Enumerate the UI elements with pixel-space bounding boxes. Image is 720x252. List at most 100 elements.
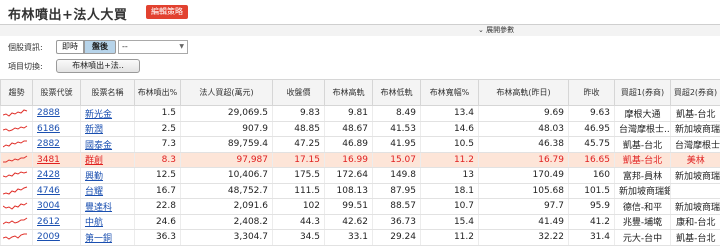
upper-band-prev-cell: 170.49 [478,167,569,184]
table-row[interactable]: 2612 中航 24.6 2,408.2 44.3 42.62 36.73 15.4 41.49… [0,214,720,230]
stock-select-value: -- [122,42,128,51]
upper-band-prev-cell: 9.69 [478,105,569,122]
dropdown-arrow-icon: ▼ [179,43,184,50]
upper-band-cell: 33.1 [324,229,373,246]
item-switch-row: 項目切換: 布林噴出+法.. [0,58,720,76]
stock-name-link[interactable]: 中航 [80,214,135,230]
prev-close-cell: 45.75 [568,136,615,153]
table-row[interactable]: 2428 興勤 12.5 10,406.7 175.5 172.64 149.8 13 170.… [0,167,720,184]
col-header-burst[interactable]: 布林噴出% [134,79,181,106]
prev-close-cell: 46.95 [568,121,615,137]
upper-band-prev-cell: 46.38 [478,136,569,153]
broker1-cell: 德信-和平 [614,198,671,215]
col-header-name[interactable]: 股票名稱 [80,79,135,106]
col-header-broker2[interactable]: 買超2(券商) [670,79,720,106]
table-header-row: 趨勢 股票代號 股票名稱 布林噴出% 法人買超(萬元) 收盤價 布林高軌 布林低… [0,79,720,106]
broker1-cell: 元大-台中 [614,229,671,246]
col-header-institutional-buy[interactable]: 法人買超(萬元) [180,79,273,106]
stock-code-link[interactable]: 3481 [32,152,81,168]
table-row[interactable]: 2009 第一銅 36.3 3,304.7 34.5 33.1 29.24 11.2 32.22… [0,229,720,246]
stock-code-link[interactable]: 2428 [32,167,81,184]
stock-name-link[interactable]: 豐達科 [80,198,135,215]
title-bar: 布林噴出+法人大買 編輯策略 [0,0,720,24]
band-width-cell: 11.2 [420,229,479,246]
after-hours-tab[interactable]: 盤後 [84,40,116,54]
table-row[interactable]: 2882 國泰金 7.3 89,759.4 47.25 46.89 41.95 10.5 46.… [0,136,720,153]
burst-pct-cell: 22.8 [134,198,181,215]
broker1-cell: 兆豐-埔墘 [614,214,671,230]
stock-code-link[interactable]: 2888 [32,105,81,122]
prev-close-cell: 16.65 [568,152,615,168]
stock-name-link[interactable]: 第一銅 [80,229,135,246]
band-width-cell: 14.6 [420,121,479,137]
band-width-cell: 18.1 [420,183,479,199]
item-switch-button[interactable]: 布林噴出+法.. [56,59,140,73]
col-header-upper-band[interactable]: 布林高軌 [324,79,373,106]
close-price-cell: 9.83 [272,105,325,122]
stock-name-link[interactable]: 台耀 [80,183,135,199]
band-width-cell: 13 [420,167,479,184]
col-header-band-width[interactable]: 布林寬幅% [420,79,479,106]
col-header-lower-band[interactable]: 布林低軌 [372,79,421,106]
table-row[interactable]: 3004 豐達科 22.8 2,091.6 102 99.51 88.57 10.7 97.7 9… [0,198,720,215]
upper-band-cell: 48.67 [324,121,373,137]
burst-pct-cell: 8.3 [134,152,181,168]
table-row[interactable]: 4746 台耀 16.7 48,752.7 111.5 108.13 87.95 18.1 10… [0,183,720,199]
stock-code-link[interactable]: 2612 [32,214,81,230]
col-header-broker1[interactable]: 買超1(券商) [614,79,671,106]
upper-band-prev-cell: 41.49 [478,214,569,230]
page-title: 布林噴出+法人大買 [8,8,128,23]
band-width-cell: 10.5 [420,136,479,153]
stock-name-link[interactable]: 群創 [80,152,135,168]
close-price-cell: 17.15 [272,152,325,168]
prev-close-cell: 95.9 [568,198,615,215]
lower-band-cell: 8.49 [372,105,421,122]
close-price-cell: 102 [272,198,325,215]
col-header-upper-band-prev[interactable]: 布林高軌(昨日) [478,79,569,106]
lower-band-cell: 36.73 [372,214,421,230]
stock-select[interactable]: -- ▼ [118,40,188,54]
broker1-cell: 摩根大通 [614,105,671,122]
table-row[interactable]: 3481 群創 8.3 97,987 17.15 16.99 15.07 11.2 16.79 1… [0,152,720,168]
stock-name-link[interactable]: 新光金 [80,105,135,122]
stock-info-label: 個股資訊: [8,43,43,52]
results-table: 趨勢 股票代號 股票名稱 布林噴出% 法人買超(萬元) 收盤價 布林高軌 布林低… [0,79,720,246]
broker2-cell: 美林 [670,152,720,168]
stock-code-link[interactable]: 2009 [32,229,81,246]
col-header-code[interactable]: 股票代號 [32,79,81,106]
close-price-cell: 47.25 [272,136,325,153]
band-width-cell: 10.7 [420,198,479,215]
burst-pct-cell: 7.3 [134,136,181,153]
close-price-cell: 48.85 [272,121,325,137]
burst-pct-cell: 1.5 [134,105,181,122]
col-header-close[interactable]: 收盤價 [272,79,325,106]
edit-strategy-button[interactable]: 編輯策略 [146,5,188,19]
table-row[interactable]: 6186 新潤 2.5 907.9 48.85 48.67 41.53 14.6 48.03 46… [0,121,720,137]
upper-band-cell: 9.81 [324,105,373,122]
stock-code-link[interactable]: 4746 [32,183,81,199]
broker2-cell: 新加坡商瑞銀 [670,121,720,137]
stock-code-link[interactable]: 2882 [32,136,81,153]
stock-code-link[interactable]: 3004 [32,198,81,215]
trend-sparkline-icon [0,214,33,230]
close-price-cell: 44.3 [272,214,325,230]
institutional-buy-cell: 3,304.7 [180,229,273,246]
stock-code-link[interactable]: 6186 [32,121,81,137]
stock-name-link[interactable]: 興勤 [80,167,135,184]
trend-sparkline-icon [0,198,33,215]
stock-name-link[interactable]: 新潤 [80,121,135,137]
col-header-trend[interactable]: 趨勢 [0,79,33,106]
col-header-prev-close[interactable]: 昨收 [568,79,615,106]
trend-sparkline-icon [0,183,33,199]
realtime-tab[interactable]: 即時 [56,40,84,54]
broker2-cell: 新加坡商瑞銀 [670,198,720,215]
table-row[interactable]: 2888 新光金 1.5 29,069.5 9.83 9.81 8.49 13.4 9.69 9.… [0,105,720,122]
prev-close-cell: 160 [568,167,615,184]
expand-params-label: 展開參數 [486,26,515,34]
expand-params-toggle[interactable]: ⌄ 展開參數 [478,25,514,35]
stock-name-link[interactable]: 國泰金 [80,136,135,153]
prev-close-cell: 101.5 [568,183,615,199]
institutional-buy-cell: 907.9 [180,121,273,137]
lower-band-cell: 29.24 [372,229,421,246]
broker1-cell: 凱基-台北 [614,136,671,153]
